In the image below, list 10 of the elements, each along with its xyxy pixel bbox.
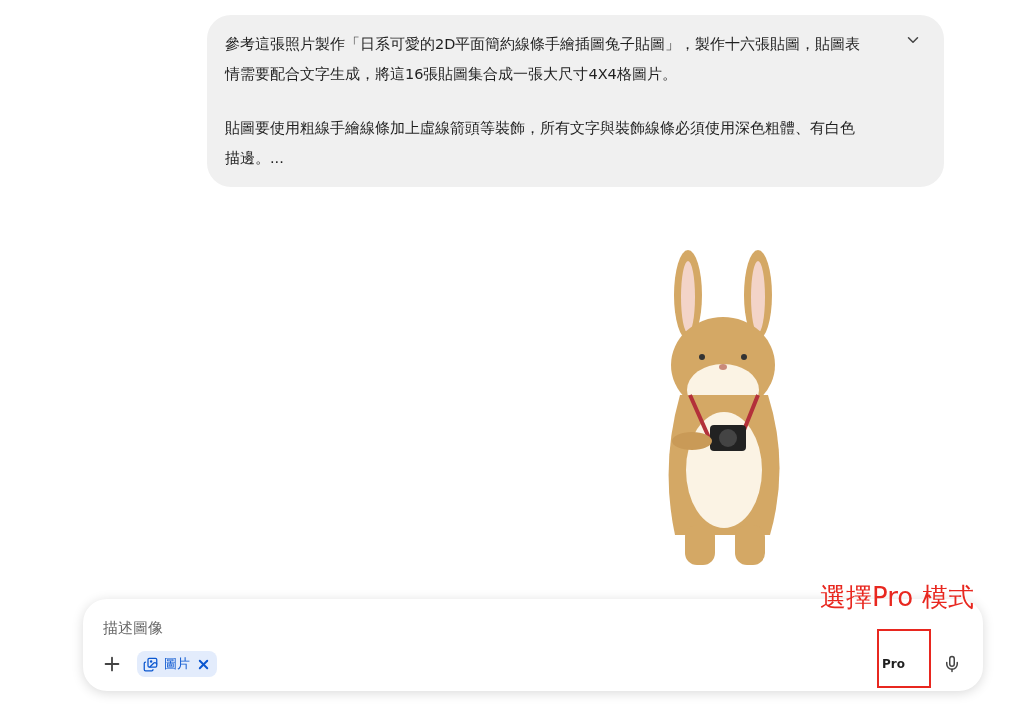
highlight-frame (877, 629, 931, 688)
annotation-label: 選擇Pro 模式 (820, 581, 974, 614)
message-text: 參考這張照片製作「日系可愛的2D平面簡約線條手繪插圖兔子貼圖」，製作十六張貼圖，貼圖表情需要配合文字生成，將這16張貼圖集合成一張大尺寸4X4格圖片。 (225, 35, 862, 84)
prompt-input-field[interactable]: 描述圖像 (101, 615, 963, 639)
images-icon (143, 656, 158, 672)
image-chip[interactable]: 圖片 (137, 651, 217, 677)
mode-button[interactable]: Pro (874, 651, 913, 677)
microphone-icon (943, 655, 961, 673)
message-text: 貼圖要使用粗線手繪線條加上虛線箭頭等裝飾，所有文字與裝飾線條必須使用深色粗體、有白色描邊。... (225, 119, 856, 168)
chip-label: 圖片 (164, 655, 190, 673)
